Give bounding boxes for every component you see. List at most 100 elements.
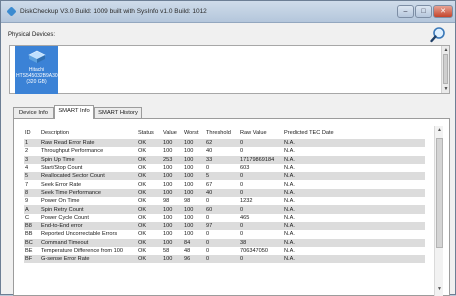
scroll-down-icon[interactable]: ▼ bbox=[443, 86, 449, 92]
table-row[interactable]: BE Temperature Difference from 100 OK 58 48 0… bbox=[24, 247, 425, 255]
table-row[interactable]: BC Command Timeout OK 100 84 0 38 N.A. bbox=[24, 238, 425, 247]
cell-raw-value: 603 bbox=[240, 165, 250, 172]
cell-raw-value: 706347050 bbox=[240, 248, 268, 254]
cell-worst: 96 bbox=[183, 255, 205, 264]
cell-value: 98 bbox=[163, 198, 170, 205]
cell-tec-date: N.A. bbox=[283, 188, 425, 198]
cell-raw-value: 0 bbox=[239, 205, 283, 214]
tab-smart-history[interactable]: SMART History bbox=[94, 107, 142, 118]
cell-threshold: 0 bbox=[205, 255, 239, 264]
cell-tec-date: N.A. bbox=[284, 198, 295, 205]
device-list-scrollbar[interactable]: ▲ ▼ bbox=[441, 46, 449, 93]
cell-description: Power Cycle Count bbox=[41, 214, 89, 221]
cell-threshold: 5 bbox=[205, 172, 239, 181]
cell-worst: 100 bbox=[184, 148, 194, 155]
col-tec-date-header[interactable]: Predicted TEC Date bbox=[283, 127, 425, 139]
tab-device-info[interactable]: Device Info bbox=[13, 107, 54, 118]
cell-worst: 100 bbox=[184, 214, 194, 221]
table-row[interactable]: 3 Spin Up Time OK 253 100 33 17179869184 N.A. bbox=[24, 155, 425, 164]
col-description-header[interactable]: Description bbox=[40, 127, 137, 139]
table-row[interactable]: 8 Seek Time Performance OK 100 100 40 0 N.A. bbox=[24, 188, 425, 198]
table-row[interactable]: 9 Power On Time OK 98 98 0 1232 N.A. bbox=[24, 197, 425, 205]
table-row[interactable]: BF G-sense Error Rate OK 100 96 0 0 N.A. bbox=[24, 255, 425, 264]
table-row[interactable]: 4 Start/Stop Count OK 100 100 0 603 N.A. bbox=[24, 164, 425, 172]
cell-tec-date: N.A. bbox=[283, 155, 425, 164]
cell-value: 100 bbox=[162, 238, 183, 247]
cell-threshold: 40 bbox=[205, 188, 239, 198]
cell-raw-value: 0 bbox=[239, 255, 283, 264]
maximize-button[interactable]: □ bbox=[415, 5, 432, 18]
cell-raw-value: 0 bbox=[239, 188, 283, 198]
scroll-up-icon[interactable]: ▲ bbox=[436, 127, 443, 134]
scroll-thumb[interactable] bbox=[436, 138, 443, 248]
cell-id: 2 bbox=[25, 148, 29, 155]
cell-raw-value: 0 bbox=[239, 221, 283, 231]
cell-status: OK bbox=[137, 205, 162, 214]
cell-worst: 100 bbox=[184, 181, 194, 188]
table-scrollbar[interactable]: ▲ ▼ bbox=[434, 126, 443, 296]
table-row[interactable]: C Power Cycle Count OK 100 100 0 465 N.A. bbox=[24, 214, 425, 222]
tab-smart-info[interactable]: SMART Info bbox=[54, 105, 94, 119]
table-row[interactable]: 1 Raw Read Error Rate OK 100 100 62 0 N.A. bbox=[24, 139, 425, 148]
col-raw-value-header[interactable]: Raw Value bbox=[239, 127, 283, 139]
cell-worst: 100 bbox=[183, 139, 205, 148]
cell-id: 5 bbox=[24, 172, 40, 181]
device-item[interactable]: Hitachi HTS545032B9A300 (320 GB) bbox=[15, 46, 61, 94]
cell-status: OK bbox=[138, 165, 147, 172]
cell-description: Spin Up Time bbox=[40, 155, 137, 164]
cell-raw-value: 465 bbox=[240, 214, 250, 221]
col-worst-header[interactable]: Worst bbox=[183, 127, 205, 139]
table-row[interactable]: 2 Throughput Performance OK 100 100 40 0 N.A. bbox=[24, 147, 425, 155]
scroll-up-icon[interactable]: ▲ bbox=[443, 47, 449, 53]
cell-threshold: 0 bbox=[205, 238, 239, 247]
cell-id: 9 bbox=[25, 198, 29, 205]
col-id-header[interactable]: ID bbox=[24, 127, 40, 139]
cell-id: BB bbox=[25, 231, 33, 238]
device-name: Hitachi HTS545032B9A300 (320 GB) bbox=[16, 67, 61, 85]
cell-raw-value: 1232 bbox=[240, 198, 253, 205]
cell-threshold: 62 bbox=[205, 139, 239, 148]
cell-id: BF bbox=[24, 255, 40, 264]
cell-status: OK bbox=[137, 155, 162, 164]
cell-raw-value: 38 bbox=[239, 238, 283, 247]
minimize-button[interactable]: – bbox=[397, 5, 414, 18]
table-row[interactable]: A Spin Retry Count OK 100 100 60 0 N.A. bbox=[24, 205, 425, 214]
window-title: DiskCheckup V3.0 Build: 1009 built with … bbox=[20, 8, 207, 15]
col-status-header[interactable]: Status bbox=[137, 127, 162, 139]
cell-value: 100 bbox=[163, 231, 173, 238]
cell-status: OK bbox=[138, 248, 147, 254]
cell-status: OK bbox=[137, 255, 162, 264]
cell-description: Seek Time Performance bbox=[40, 188, 137, 198]
cell-status: OK bbox=[138, 181, 147, 188]
smart-info-panel: ID Description Status Value Worst Thresh… bbox=[13, 118, 450, 296]
smart-table: ID Description Status Value Worst Thresh… bbox=[24, 127, 425, 264]
cell-value: 100 bbox=[162, 255, 183, 264]
title-bar[interactable]: DiskCheckup V3.0 Build: 1009 built with … bbox=[1, 1, 455, 23]
close-button[interactable]: ✕ bbox=[433, 5, 453, 18]
cell-id: B8 bbox=[24, 221, 40, 231]
app-window: DiskCheckup V3.0 Build: 1009 built with … bbox=[0, 0, 456, 296]
cell-description: Spin Retry Count bbox=[40, 205, 137, 214]
cell-tec-date: N.A. bbox=[283, 221, 425, 231]
cell-value: 100 bbox=[162, 139, 183, 148]
cell-status: OK bbox=[137, 172, 162, 181]
cell-tec-date: N.A. bbox=[283, 238, 425, 247]
cell-status: OK bbox=[138, 148, 147, 155]
cell-worst: 100 bbox=[183, 205, 205, 214]
physical-devices-label: Physical Devices: bbox=[8, 32, 56, 38]
table-row[interactable]: 7 Seek Error Rate OK 100 100 67 0 N.A. bbox=[24, 180, 425, 188]
magnifier-refresh-icon[interactable] bbox=[429, 26, 447, 44]
scroll-down-icon[interactable]: ▼ bbox=[436, 286, 443, 293]
cell-id: 8 bbox=[24, 188, 40, 198]
table-row[interactable]: B8 End-to-End error OK 100 100 97 0 N.A. bbox=[24, 221, 425, 231]
cell-tec-date: N.A. bbox=[283, 255, 425, 264]
cell-tec-date: N.A. bbox=[284, 148, 295, 155]
col-value-header[interactable]: Value bbox=[162, 127, 183, 139]
table-row[interactable]: 5 Reallocated Sector Count OK 100 100 5 0 N.A. bbox=[24, 172, 425, 181]
cell-threshold: 60 bbox=[205, 205, 239, 214]
table-row[interactable]: BB Reported Uncorrectable Errors OK 100 100 0… bbox=[24, 230, 425, 238]
cell-description: G-sense Error Rate bbox=[40, 255, 137, 264]
cell-raw-value: 0 bbox=[240, 231, 244, 238]
col-threshold-header[interactable]: Threshold bbox=[205, 127, 239, 139]
scroll-thumb[interactable] bbox=[443, 54, 448, 84]
